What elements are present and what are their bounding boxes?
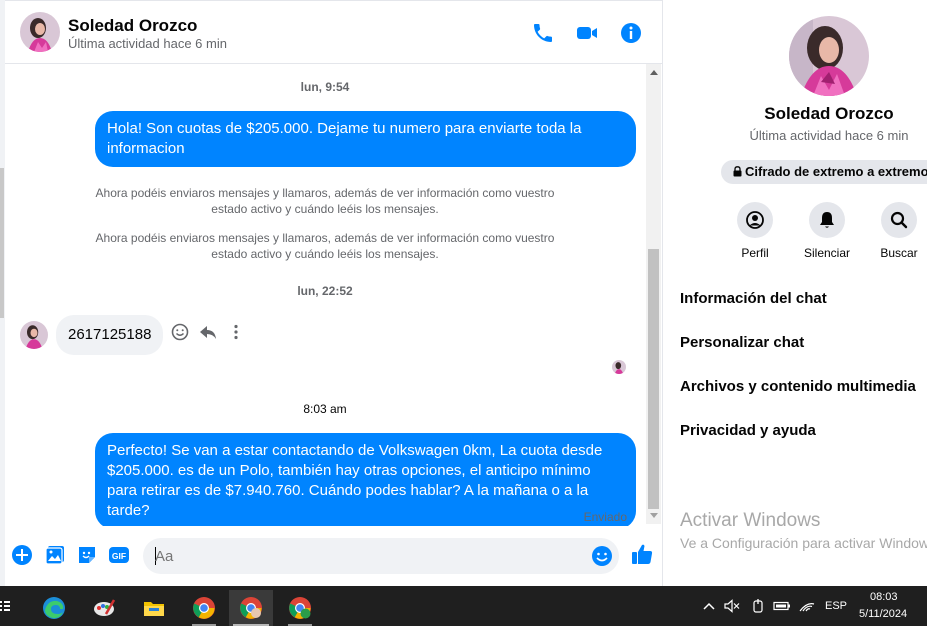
- edge-icon: [43, 597, 65, 619]
- sent-status: Enviado: [583, 510, 627, 524]
- taskbar: ESP 08:03 5/11/2024: [0, 586, 927, 626]
- task-view-icon[interactable]: [0, 596, 12, 616]
- section-customize-chat[interactable]: Personalizar chat: [680, 334, 804, 351]
- left-scrollbar-thumb[interactable]: [0, 168, 4, 318]
- chrome-icon: [289, 597, 311, 619]
- scroll-down-arrow[interactable]: [650, 513, 658, 518]
- message-list: lun, 9:54 Hola! Son cuotas de $205.000. …: [5, 64, 663, 526]
- phone-icon[interactable]: [531, 21, 555, 45]
- photo-icon[interactable]: [44, 544, 66, 566]
- battery-icon[interactable]: [773, 598, 791, 614]
- taskbar-paint[interactable]: [82, 590, 126, 626]
- mute-action[interactable]: Silenciar: [792, 202, 862, 260]
- sender-avatar[interactable]: [20, 321, 48, 349]
- folder-icon: [144, 602, 164, 616]
- lock-icon: [733, 166, 742, 177]
- paint-icon: [94, 599, 116, 616]
- scrollbar-thumb[interactable]: [648, 249, 659, 509]
- clock-time[interactable]: 08:03: [870, 591, 898, 603]
- taskbar-chrome-1[interactable]: [182, 590, 226, 626]
- info-icon[interactable]: [619, 21, 643, 45]
- profile-name: Soledad Orozco: [764, 104, 894, 123]
- screen: Soledad Orozco Última actividad hace 6 m…: [0, 0, 927, 626]
- encryption-badge[interactable]: Cifrado de extremo a extremo: [721, 160, 927, 184]
- timestamp: lun, 22:52: [297, 284, 353, 298]
- system-notice: Ahora podéis enviaros mensajes y llamaro…: [95, 231, 555, 261]
- search-icon: [890, 211, 908, 229]
- encryption-label: Cifrado de extremo a extremo: [745, 164, 927, 179]
- more-options-icon[interactable]: [226, 322, 246, 342]
- chat-header: Soledad Orozco Última actividad hace 6 m…: [5, 0, 663, 64]
- profile-photo[interactable]: [789, 16, 869, 96]
- svg-text:GIF: GIF: [112, 551, 126, 561]
- user-circle-icon: [746, 211, 764, 229]
- composer: GIF: [5, 526, 663, 586]
- taskbar-file-explorer[interactable]: [132, 590, 176, 626]
- emoji-icon[interactable]: [591, 545, 613, 567]
- section-media-files[interactable]: Archivos y contenido multimedia: [680, 378, 916, 395]
- outgoing-message[interactable]: Perfecto! Se van a estar contactando de …: [95, 433, 636, 526]
- chat-panel: Soledad Orozco Última actividad hace 6 m…: [5, 0, 663, 586]
- scroll-up-arrow[interactable]: [650, 70, 658, 75]
- profile-action[interactable]: Perfil: [720, 202, 790, 260]
- mute-button[interactable]: [809, 202, 845, 238]
- bell-icon: [820, 212, 834, 228]
- section-chat-info[interactable]: Información del chat: [680, 290, 827, 307]
- chat-info-panel: Soledad Orozco Última actividad hace 6 m…: [664, 0, 927, 586]
- language-indicator[interactable]: ESP: [825, 600, 847, 612]
- profile-status: Última actividad hace 6 min: [749, 128, 909, 143]
- power-plan-icon[interactable]: [750, 598, 766, 614]
- contact-status: Última actividad hace 6 min: [68, 36, 227, 51]
- timestamp: 8:03 am: [303, 402, 347, 416]
- contact-avatar[interactable]: [20, 12, 60, 52]
- chrome-icon: [193, 597, 215, 619]
- search-action-label: Buscar: [880, 246, 918, 260]
- incoming-message[interactable]: 2617125188: [56, 315, 164, 355]
- search-button[interactable]: [881, 202, 917, 238]
- section-privacy-help[interactable]: Privacidad y ayuda: [680, 422, 816, 439]
- reply-icon[interactable]: [198, 322, 218, 342]
- gif-icon[interactable]: GIF: [108, 544, 130, 566]
- outgoing-message[interactable]: Hola! Son cuotas de $205.000. Dejame tu …: [95, 111, 636, 167]
- timestamp: lun, 9:54: [300, 80, 350, 94]
- message-input-box[interactable]: [143, 538, 619, 574]
- chrome-icon: [240, 597, 262, 619]
- profile-button[interactable]: [737, 202, 773, 238]
- system-notice: Ahora podéis enviaros mensajes y llamaro…: [95, 186, 555, 216]
- volume-muted-icon[interactable]: [724, 598, 740, 614]
- profile-action-label: Perfil: [741, 246, 769, 260]
- add-icon[interactable]: [11, 544, 33, 566]
- like-thumb-icon[interactable]: [630, 542, 654, 566]
- contact-name[interactable]: Soledad Orozco: [68, 16, 197, 36]
- sticker-icon[interactable]: [76, 544, 98, 566]
- taskbar-chrome-3[interactable]: [278, 590, 322, 626]
- activation-watermark-subtitle: Ve a Configuración para activar Windows.: [680, 535, 927, 551]
- wifi-icon[interactable]: [799, 598, 815, 614]
- message-input[interactable]: [155, 538, 585, 574]
- video-call-icon[interactable]: [575, 21, 599, 45]
- chat-scrollbar[interactable]: [646, 64, 661, 524]
- search-action[interactable]: Buscar: [864, 202, 927, 260]
- tray-chevron-up-icon[interactable]: [703, 598, 715, 614]
- taskbar-chrome-2[interactable]: [229, 590, 273, 626]
- read-receipt-avatar: [612, 360, 626, 374]
- taskbar-edge[interactable]: [32, 590, 76, 626]
- activation-watermark-title: Activar Windows: [680, 510, 821, 531]
- clock-date[interactable]: 5/11/2024: [859, 608, 907, 620]
- mute-action-label: Silenciar: [803, 246, 851, 260]
- react-emoji-icon[interactable]: [170, 322, 190, 342]
